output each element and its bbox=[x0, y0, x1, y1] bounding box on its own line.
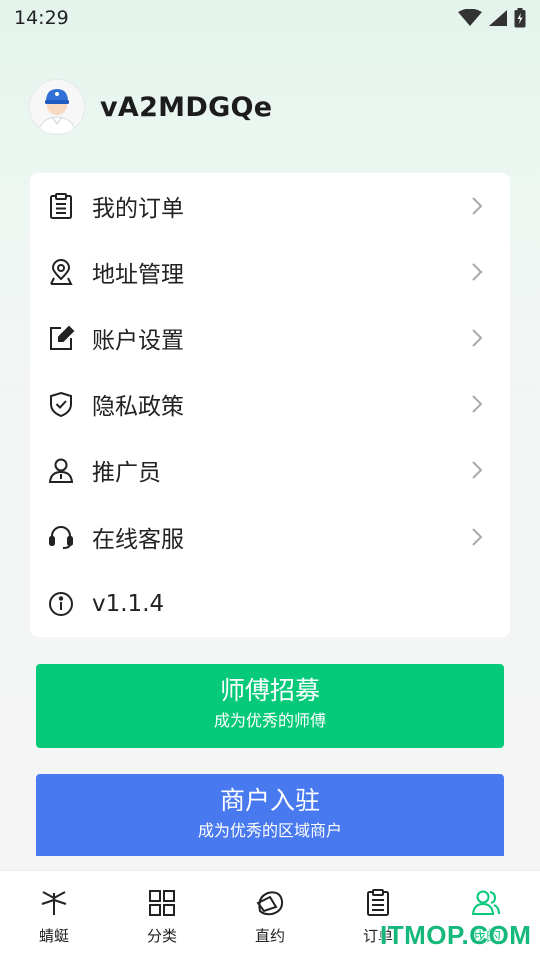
menu-label: 账户设置 bbox=[92, 328, 184, 354]
orders-icon bbox=[367, 889, 389, 916]
battery-icon bbox=[514, 8, 526, 28]
clipboard-icon bbox=[46, 191, 76, 221]
tab-direct-booking[interactable]: 直约 bbox=[216, 871, 324, 961]
menu-label: 我的订单 bbox=[92, 196, 184, 222]
chevron-right-icon bbox=[472, 197, 483, 215]
tab-label: 直约 bbox=[254, 927, 285, 945]
grid-icon bbox=[149, 890, 175, 916]
status-icons bbox=[458, 8, 526, 28]
chevron-right-icon bbox=[472, 395, 483, 413]
profile-header[interactable]: vA2MDGQe bbox=[30, 80, 272, 134]
edit-icon bbox=[46, 323, 76, 353]
worker-avatar-icon bbox=[30, 80, 84, 134]
menu-item-customer-service[interactable]: 在线客服 bbox=[30, 504, 510, 570]
headset-icon bbox=[46, 522, 76, 552]
version-label: v1.1.4 bbox=[92, 591, 165, 617]
tab-category[interactable]: 分类 bbox=[108, 871, 216, 961]
tab-label: 分类 bbox=[146, 927, 177, 945]
merchant-join-button[interactable]: 商户入驻 成为优秀的区域商户 bbox=[36, 774, 504, 856]
chevron-right-icon bbox=[472, 329, 483, 347]
menu-label: 在线客服 bbox=[92, 527, 184, 553]
watermark: ITMOP.COM bbox=[380, 920, 532, 950]
tab-dragonfly[interactable]: 蜻蜓 bbox=[0, 871, 108, 961]
chevron-right-icon bbox=[472, 528, 483, 546]
location-pin-icon bbox=[46, 257, 76, 287]
avatar[interactable] bbox=[30, 80, 84, 134]
recruit-subtitle: 成为优秀的师傅 bbox=[213, 711, 326, 730]
tab-label: 蜻蜓 bbox=[38, 927, 69, 945]
menu-label: 地址管理 bbox=[92, 262, 184, 288]
menu-label: 推广员 bbox=[92, 460, 161, 486]
status-time: 14:29 bbox=[14, 7, 69, 29]
menu-item-my-orders[interactable]: 我的订单 bbox=[30, 173, 510, 239]
chevron-right-icon bbox=[472, 461, 483, 479]
signal-icon bbox=[489, 10, 507, 26]
merchant-title: 商户入驻 bbox=[219, 786, 320, 815]
dragonfly-icon bbox=[41, 891, 67, 915]
username: vA2MDGQe bbox=[100, 91, 273, 123]
shield-icon bbox=[46, 389, 76, 419]
recruit-title: 师傅招募 bbox=[219, 676, 320, 705]
status-bar: 14:29 bbox=[0, 0, 540, 36]
menu-item-promoter[interactable]: 推广员 bbox=[30, 437, 510, 503]
direct-booking-icon bbox=[256, 891, 284, 916]
menu-label: 隐私政策 bbox=[92, 394, 184, 420]
merchant-subtitle: 成为优秀的区域商户 bbox=[197, 821, 342, 840]
user-profile-icon bbox=[471, 890, 500, 915]
wifi-icon bbox=[458, 9, 482, 26]
person-icon bbox=[46, 455, 76, 485]
menu-item-privacy-policy[interactable]: 隐私政策 bbox=[30, 371, 510, 437]
menu-item-address[interactable]: 地址管理 bbox=[30, 239, 510, 305]
menu-item-version: v1.1.4 bbox=[30, 571, 510, 637]
info-icon bbox=[46, 589, 76, 619]
master-recruit-button[interactable]: 师傅招募 成为优秀的师傅 bbox=[36, 664, 504, 748]
menu-card: 我的订单 地址管理 账户设置 隐私政策 推广员 在线客服 v1.1.4 bbox=[30, 173, 510, 637]
menu-item-account-settings[interactable]: 账户设置 bbox=[30, 305, 510, 371]
chevron-right-icon bbox=[472, 263, 483, 281]
